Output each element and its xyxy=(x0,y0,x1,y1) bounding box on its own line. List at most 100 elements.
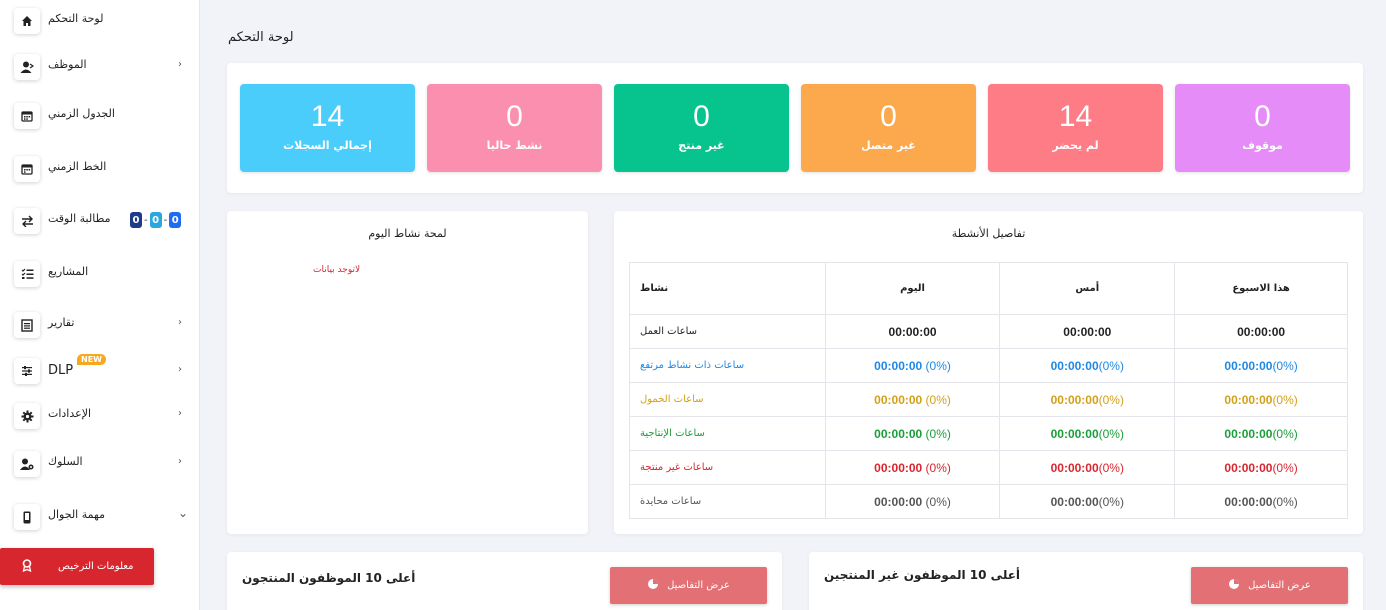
calendar-icon xyxy=(14,156,40,182)
stat-suspended[interactable]: 0 موقوف xyxy=(1175,84,1350,172)
table-header-row: نشاط اليوم أمس هذا الاسبوع xyxy=(629,262,1348,315)
percent-value: (0%) xyxy=(1272,358,1298,373)
sidebar-item-label: الخط الزمني xyxy=(48,160,107,173)
stat-offline[interactable]: 0 غير متصل xyxy=(801,84,976,172)
value-cell: 00:00:00(0%) xyxy=(999,484,1176,519)
value-cell: 00:00:00(0%) xyxy=(1174,382,1348,417)
pie-chart-icon xyxy=(647,578,659,593)
view-details-label: عرض التفاصيل xyxy=(1248,580,1311,591)
chevron-icon: › xyxy=(178,317,182,328)
time-value: 00:00:00 xyxy=(1050,426,1099,441)
time-value: 00:00:00 xyxy=(874,460,923,475)
pie-chart-icon xyxy=(1228,578,1240,593)
sidebar-item-employee[interactable]: الموظف › xyxy=(0,48,200,88)
percent-value: (0%) xyxy=(922,392,951,407)
stat-active-now[interactable]: 0 نشط حاليا xyxy=(427,84,602,172)
time-value: 00:00:00 xyxy=(888,324,937,339)
sidebar-item-dashboard[interactable]: لوحة التحكم xyxy=(0,2,200,42)
sidebar-item-settings[interactable]: الإعدادات › xyxy=(0,397,200,437)
value-cell: 00:00:00(0%) xyxy=(1174,450,1348,485)
report-icon xyxy=(14,312,40,338)
percent-value: (0%) xyxy=(1098,392,1124,407)
sidebar-item-label: السلوك xyxy=(48,455,83,468)
value-cell: 00:00:00(0%) xyxy=(1174,348,1348,383)
activity-details-table: نشاط اليوم أمس هذا الاسبوع ساعات العمل 0… xyxy=(629,262,1348,519)
value-cell: 00:00:00 (0%) xyxy=(824,416,1001,451)
sidebar-item-timesheet[interactable]: الجدول الزمني xyxy=(0,97,200,137)
percent-value: (0%) xyxy=(1098,460,1124,475)
stat-total-records[interactable]: 14 إجمالي السجلات xyxy=(240,84,415,172)
stat-label: إجمالي السجلات xyxy=(283,139,372,152)
home-icon xyxy=(14,8,40,34)
license-info-label: معلومات الترخيص xyxy=(58,561,134,572)
chevron-icon: › xyxy=(178,408,182,419)
percent-value: (0%) xyxy=(922,494,951,509)
stat-label: غير متصل xyxy=(861,139,916,152)
row-label: ساعات ذات نشاط مرتفع xyxy=(629,348,826,383)
stat-label: غير منتج xyxy=(678,139,725,152)
view-details-button[interactable]: عرض التفاصيل xyxy=(1191,567,1348,604)
separator: - xyxy=(144,214,148,226)
new-badge: NEW xyxy=(77,354,106,365)
view-details-button[interactable]: عرض التفاصيل xyxy=(610,567,767,604)
separator: - xyxy=(163,214,168,226)
value-cell: 00:00:00 xyxy=(1174,314,1348,349)
sidebar-item-label: DLP xyxy=(48,363,74,378)
sidebar-item-label: تقارير xyxy=(48,316,75,329)
sliders-icon xyxy=(14,358,40,384)
table-row: ساعات الخمول 00:00:00 (0%) 00:00:00(0%) … xyxy=(629,382,1348,417)
time-value: 00:00:00 xyxy=(1224,358,1273,373)
row-label: ساعات محايدة xyxy=(629,484,826,519)
counter-badge: 0 xyxy=(130,212,142,228)
sidebar-item-projects[interactable]: المشاريع xyxy=(0,255,200,295)
value-cell: 00:00:00 xyxy=(999,314,1176,349)
employee-icon xyxy=(14,54,40,80)
time-value: 00:00:00 xyxy=(1224,426,1273,441)
stat-value: 14 xyxy=(1058,100,1093,133)
value-cell: 00:00:00(0%) xyxy=(999,382,1176,417)
time-value: 00:00:00 xyxy=(874,426,923,441)
time-value: 00:00:00 xyxy=(1237,324,1286,339)
chevron-icon: › xyxy=(178,364,182,375)
sidebar-item-dlp[interactable]: DLP NEW › xyxy=(0,352,200,392)
sidebar-item-label: الإعدادات xyxy=(48,407,92,420)
percent-value: (0%) xyxy=(1272,494,1298,509)
value-cell: 00:00:00 xyxy=(824,314,1001,349)
percent-value: (0%) xyxy=(1272,392,1298,407)
value-cell: 00:00:00 (0%) xyxy=(824,450,1001,485)
no-data-message: لاتوجد بيانات xyxy=(313,265,361,275)
percent-value: (0%) xyxy=(1272,426,1298,441)
column-header-activity: نشاط xyxy=(629,262,826,315)
stat-absent[interactable]: 14 لم يحضر xyxy=(988,84,1163,172)
table-row: ساعات ذات نشاط مرتفع 00:00:00 (0%) 00:00… xyxy=(629,348,1348,383)
sidebar-item-behavior[interactable]: السلوك › xyxy=(0,445,200,485)
row-label: ساعات الخمول xyxy=(629,382,826,417)
sidebar-item-time-claim[interactable]: مطالبة الوقت 0 - 0 - 0 xyxy=(0,202,200,242)
value-cell: 00:00:00(0%) xyxy=(1174,416,1348,451)
sidebar-item-timeline[interactable]: الخط الزمني xyxy=(0,150,200,190)
sidebar-item-label: لوحة التحكم xyxy=(48,12,104,25)
stat-unproductive[interactable]: 0 غير منتج xyxy=(614,84,789,172)
percent-value: (0%) xyxy=(1098,426,1124,441)
top-unproductive-title: أعلى 10 الموظفون غير المنتجين xyxy=(824,568,1021,582)
percent-value: (0%) xyxy=(1098,494,1124,509)
time-claim-counters: 0 - 0 - 0 xyxy=(130,212,182,228)
page-title: لوحة التحكم xyxy=(228,30,294,45)
time-value: 00:00:00 xyxy=(1224,460,1273,475)
top-productive-title: أعلى 10 الموظفون المنتجون xyxy=(242,571,416,585)
time-value: 00:00:00 xyxy=(874,358,923,373)
value-cell: 00:00:00(0%) xyxy=(1174,484,1348,519)
time-value: 00:00:00 xyxy=(1050,392,1099,407)
time-value: 00:00:00 xyxy=(874,392,923,407)
sidebar-item-mobile-task[interactable]: مهمة الجوال ⌄ xyxy=(0,498,200,538)
stat-label: لم يحضر xyxy=(1052,139,1099,152)
counter-badge: 0 xyxy=(149,212,162,228)
time-value: 00:00:00 xyxy=(874,494,923,509)
sidebar-item-reports[interactable]: تقارير › xyxy=(0,306,200,346)
stat-value: 14 xyxy=(310,100,345,133)
row-label: ساعات الإنتاجية xyxy=(629,416,826,451)
table-row: ساعات الإنتاجية 00:00:00 (0%) 00:00:00(0… xyxy=(629,416,1348,451)
license-info-button[interactable]: معلومات الترخيص xyxy=(0,548,154,585)
chevron-down-icon: ⌄ xyxy=(178,506,189,520)
calendar-icon xyxy=(14,103,40,129)
